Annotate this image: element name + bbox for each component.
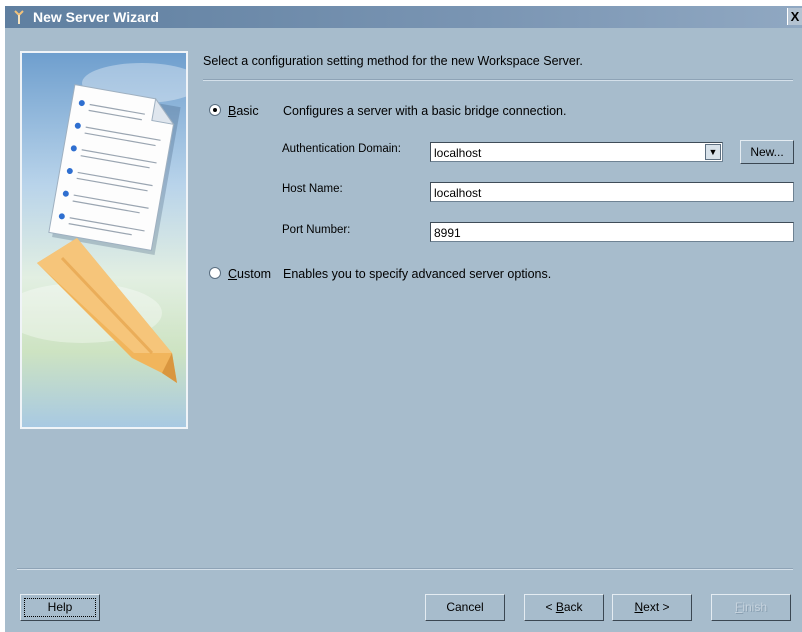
- auth-domain-value: localhost: [434, 146, 482, 160]
- new-auth-domain-button[interactable]: New...: [740, 140, 794, 164]
- document-ribbon-illustration: [22, 53, 186, 427]
- host-name-label: Host Name:: [282, 183, 343, 195]
- auth-domain-label: Authentication Domain:: [282, 143, 401, 155]
- basic-radio[interactable]: [209, 104, 221, 116]
- port-number-value: 8991: [434, 226, 461, 240]
- basic-description: Configures a server with a basic bridge …: [283, 104, 567, 118]
- wizard-side-image: [20, 51, 188, 429]
- finish-button[interactable]: Finish: [711, 594, 791, 621]
- auth-domain-dropdown[interactable]: localhost: [430, 142, 723, 162]
- custom-radio-label[interactable]: Custom: [228, 267, 271, 281]
- close-button[interactable]: X: [787, 8, 802, 25]
- server-wizard-icon: [14, 10, 24, 24]
- chevron-down-icon[interactable]: ▼: [705, 144, 721, 160]
- port-number-input[interactable]: 8991: [430, 222, 794, 242]
- bottom-separator: [17, 568, 793, 570]
- wizard-window: New Server Wizard X Select a configurati…: [5, 6, 802, 632]
- top-separator: [203, 79, 793, 81]
- intro-text: Select a configuration setting method fo…: [203, 54, 583, 68]
- host-name-input[interactable]: localhost: [430, 182, 794, 202]
- next-button[interactable]: Next >: [612, 594, 692, 621]
- cancel-button[interactable]: Cancel: [425, 594, 505, 621]
- basic-radio-label[interactable]: Basic: [228, 104, 259, 118]
- back-button[interactable]: < Back: [524, 594, 604, 621]
- custom-description: Enables you to specify advanced server o…: [283, 267, 552, 281]
- window-title: New Server Wizard: [33, 9, 159, 25]
- title-bar[interactable]: New Server Wizard X: [5, 6, 802, 28]
- custom-radio[interactable]: [209, 267, 221, 279]
- host-name-value: localhost: [434, 186, 482, 200]
- help-button[interactable]: Help: [20, 594, 100, 621]
- port-number-label: Port Number:: [282, 224, 351, 236]
